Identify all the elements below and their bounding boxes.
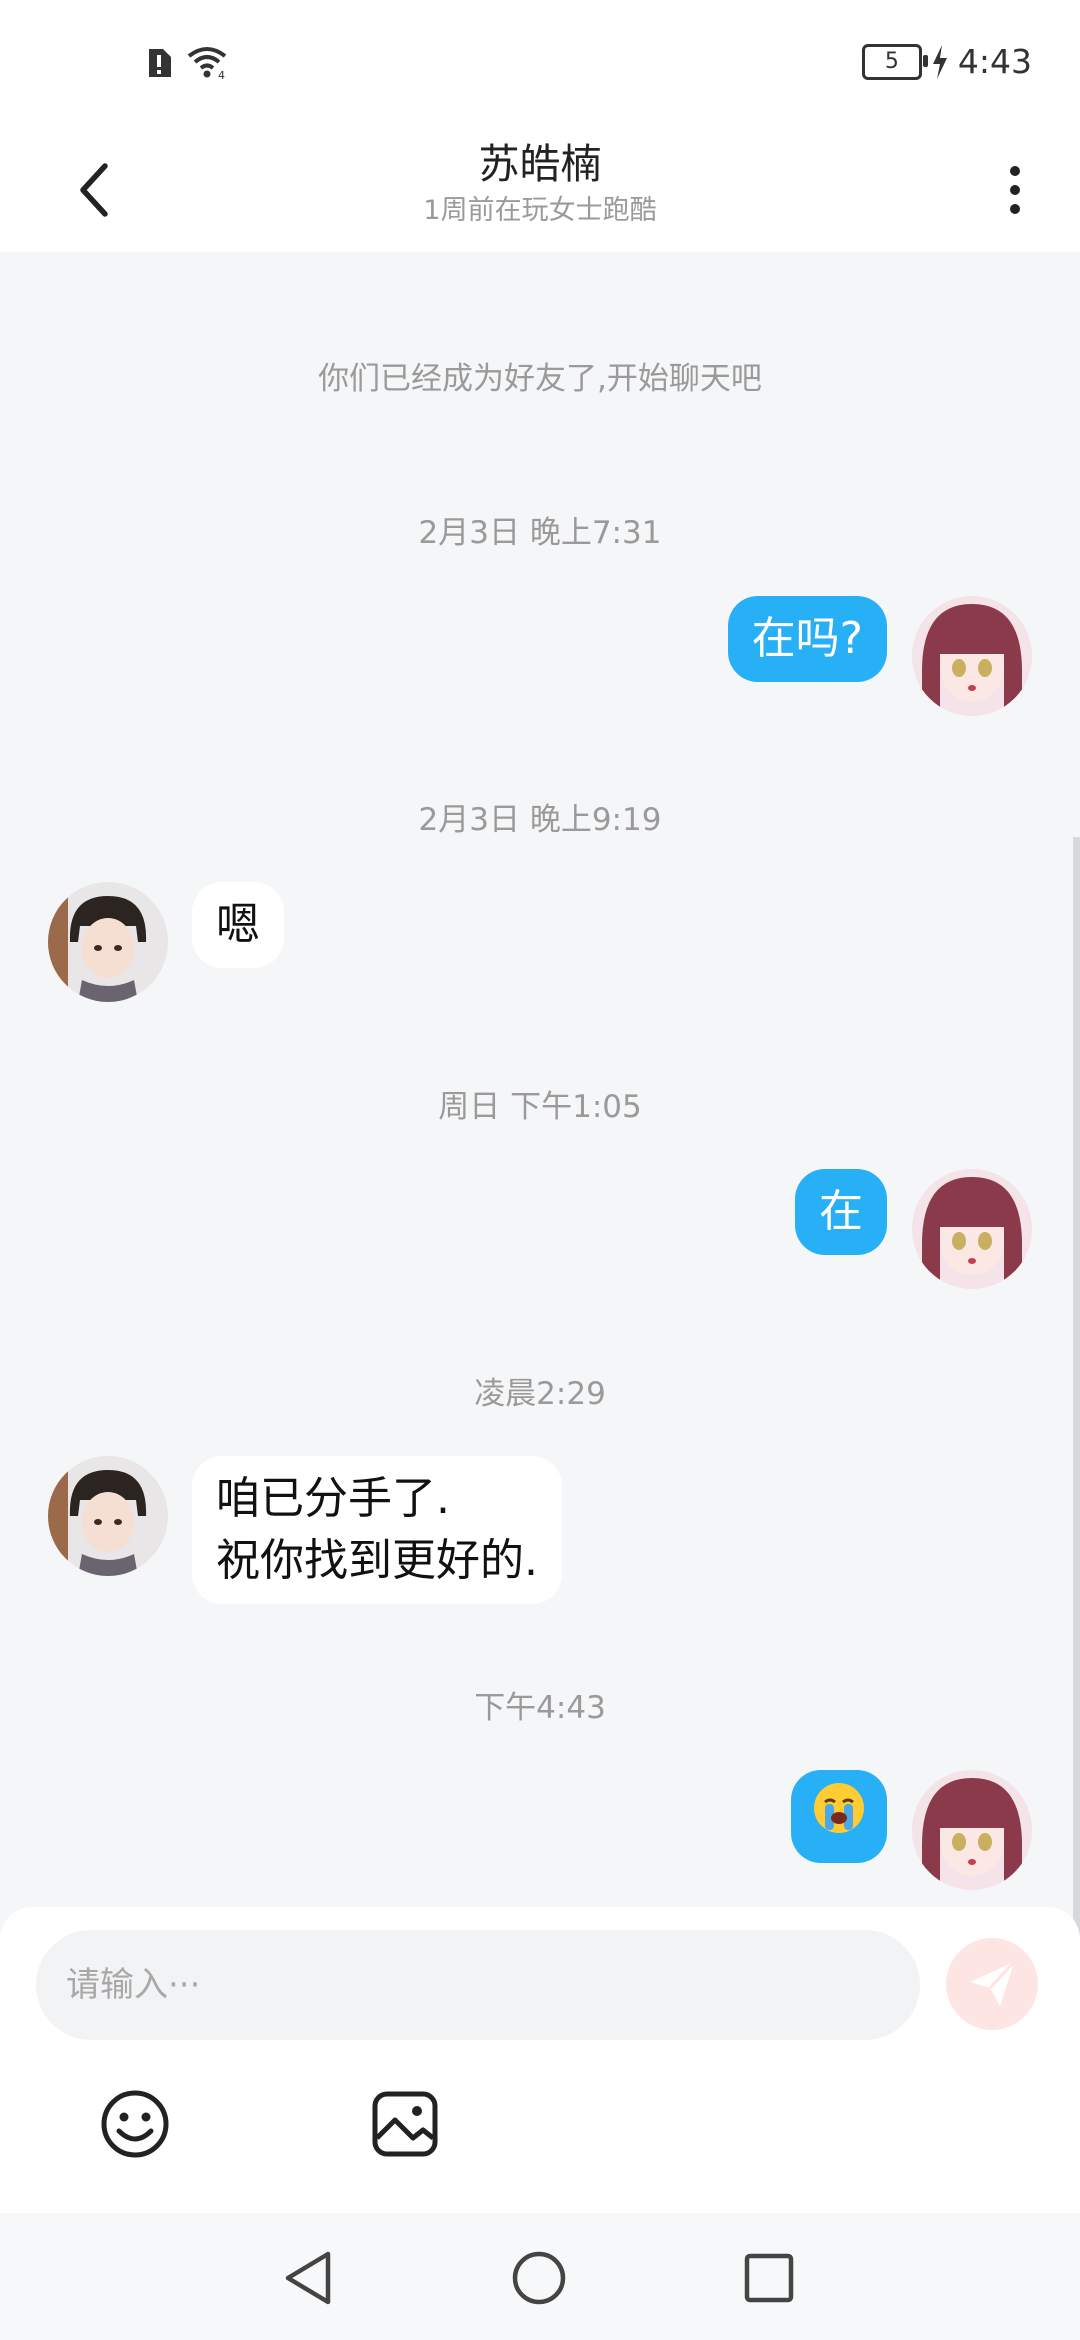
circle-home-icon bbox=[512, 2251, 566, 2305]
timestamp: 凌晨2:29 bbox=[474, 1376, 606, 1412]
timestamp: 周日 下午1:05 bbox=[438, 1089, 642, 1125]
nav-home-button[interactable] bbox=[509, 2248, 569, 2308]
charging-icon bbox=[932, 44, 947, 79]
my-avatar[interactable] bbox=[912, 1169, 1032, 1289]
emoji-button[interactable] bbox=[98, 2087, 172, 2161]
more-options-button[interactable] bbox=[990, 155, 1040, 225]
message-line: 咱已分手了. bbox=[216, 1473, 450, 1524]
contact-name: 苏皓楠 bbox=[478, 140, 602, 188]
message-bubble-received[interactable]: 咱已分手了. 祝你找到更好的. bbox=[192, 1456, 562, 1604]
status-bar: 4 5 4:43 bbox=[0, 0, 1080, 130]
image-button[interactable] bbox=[368, 2087, 442, 2161]
timestamp: 下午4:43 bbox=[474, 1690, 606, 1726]
system-nav-bar bbox=[0, 2213, 1080, 2340]
message-bubble-sent-emoji[interactable]: 😭 bbox=[791, 1770, 887, 1863]
battery-icon: 5 bbox=[861, 43, 928, 80]
smiley-icon bbox=[101, 2090, 169, 2158]
message-bubble-sent[interactable]: 在 bbox=[795, 1169, 887, 1255]
message-bubble-received[interactable]: 嗯 bbox=[192, 882, 284, 968]
message-input[interactable] bbox=[36, 1930, 920, 2040]
nav-back-button[interactable] bbox=[278, 2248, 338, 2308]
message-bubble-sent[interactable]: 在吗? bbox=[727, 596, 887, 682]
timestamp: 2月3日 晚上7:31 bbox=[418, 515, 662, 551]
message-line: 祝你找到更好的. bbox=[216, 1535, 538, 1586]
my-avatar[interactable] bbox=[912, 596, 1032, 716]
status-right-icons: 5 4:43 bbox=[861, 42, 1032, 81]
input-bar bbox=[0, 1907, 1080, 2213]
contact-avatar[interactable] bbox=[48, 1456, 168, 1576]
nav-recents-button[interactable] bbox=[739, 2248, 799, 2308]
status-time: 4:43 bbox=[957, 42, 1032, 81]
wifi-icon: 4 bbox=[187, 47, 227, 80]
chat-header: 苏皓楠 1周前在玩女士跑酷 bbox=[0, 130, 1080, 252]
chat-area[interactable]: 你们已经成为好友了,开始聊天吧 2月3日 晚上7:31 在吗? 2月3日 晚上9… bbox=[0, 252, 1080, 2157]
battery-level: 5 bbox=[884, 49, 899, 74]
more-vertical-icon bbox=[1010, 166, 1020, 176]
image-icon bbox=[372, 2091, 438, 2157]
timestamp: 2月3日 晚上9:19 bbox=[418, 802, 662, 838]
crying-face-icon bbox=[814, 1783, 864, 1833]
sim-alert-icon bbox=[149, 49, 171, 77]
svg-text:4: 4 bbox=[218, 69, 225, 80]
status-left-icons: 4 bbox=[145, 46, 231, 80]
contact-status: 1周前在玩女士跑酷 bbox=[423, 195, 657, 226]
triangle-back-icon bbox=[285, 2251, 331, 2305]
my-avatar[interactable] bbox=[912, 1770, 1032, 1890]
system-notice: 你们已经成为好友了,开始聊天吧 bbox=[318, 361, 762, 397]
contact-avatar[interactable] bbox=[48, 882, 168, 1002]
square-recents-icon bbox=[744, 2253, 794, 2303]
send-button[interactable] bbox=[946, 1938, 1038, 2030]
paper-plane-icon bbox=[970, 1960, 1016, 2006]
